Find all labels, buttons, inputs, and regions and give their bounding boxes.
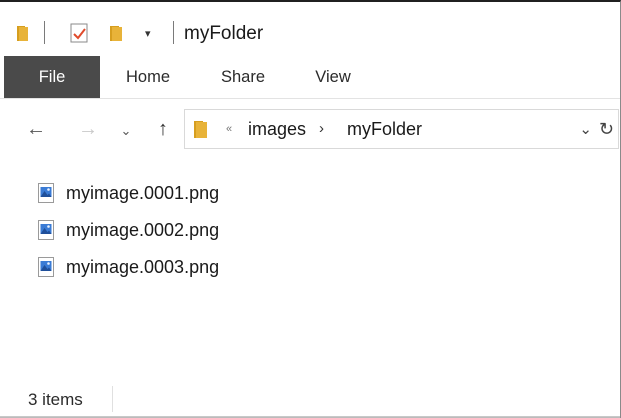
item-count: 3 items [28, 390, 83, 409]
new-folder-icon[interactable] [108, 24, 124, 47]
file-name: myimage.0003.png [66, 256, 220, 277]
tab-share[interactable]: Share [213, 56, 273, 98]
breadcrumb-separator-icon[interactable]: › [319, 118, 324, 140]
toolbar-separator [44, 21, 45, 44]
ribbon-tabs: File Home Share View [0, 56, 620, 99]
up-arrow-icon[interactable]: ↑ [152, 117, 174, 141]
back-arrow-icon[interactable]: ← [23, 117, 49, 141]
breadcrumb-images[interactable]: images [248, 118, 306, 140]
tab-file[interactable]: File [4, 56, 100, 98]
explorer-window: ▾ myFolder File Home Share View ← → ⌄ ↑ … [0, 0, 621, 418]
status-separator [112, 386, 113, 412]
breadcrumb-myfolder[interactable]: myFolder [347, 118, 422, 140]
png-image-icon [38, 256, 54, 277]
folder-icon[interactable] [16, 24, 30, 47]
file-item[interactable]: myimage.0001.png [38, 174, 438, 211]
window-title: myFolder [184, 23, 264, 44]
forward-arrow-icon[interactable]: → [75, 117, 101, 141]
recent-locations-chevron-icon[interactable]: ⌄ [117, 119, 135, 143]
navigation-bar: ← → ⌄ ↑ « images › myFolder ⌄ ↻ [0, 99, 620, 159]
properties-icon[interactable] [69, 23, 89, 48]
address-bar[interactable]: « images › myFolder ⌄ ↻ [184, 109, 619, 149]
file-item[interactable]: myimage.0003.png [38, 248, 438, 285]
png-image-icon [38, 182, 54, 203]
file-name: myimage.0001.png [66, 182, 220, 203]
refresh-icon[interactable]: ↻ [599, 117, 614, 141]
png-image-icon [38, 219, 54, 240]
file-list: myimage.0001.png myimage.0002.png myimag… [38, 174, 438, 285]
tab-home[interactable]: Home [118, 56, 178, 98]
customize-toolbar-dropdown[interactable]: ▾ [145, 29, 151, 40]
file-name: myimage.0002.png [66, 219, 220, 240]
tab-view[interactable]: View [303, 56, 363, 98]
file-item[interactable]: myimage.0002.png [38, 211, 438, 248]
title-bar: ▾ myFolder [0, 2, 620, 54]
address-dropdown-icon[interactable]: ⌄ [579, 119, 592, 141]
toolbar-separator [173, 21, 174, 44]
status-bar: 3 items [0, 380, 620, 418]
folder-icon [193, 119, 209, 144]
breadcrumb-overflow-icon[interactable]: « [226, 120, 232, 138]
